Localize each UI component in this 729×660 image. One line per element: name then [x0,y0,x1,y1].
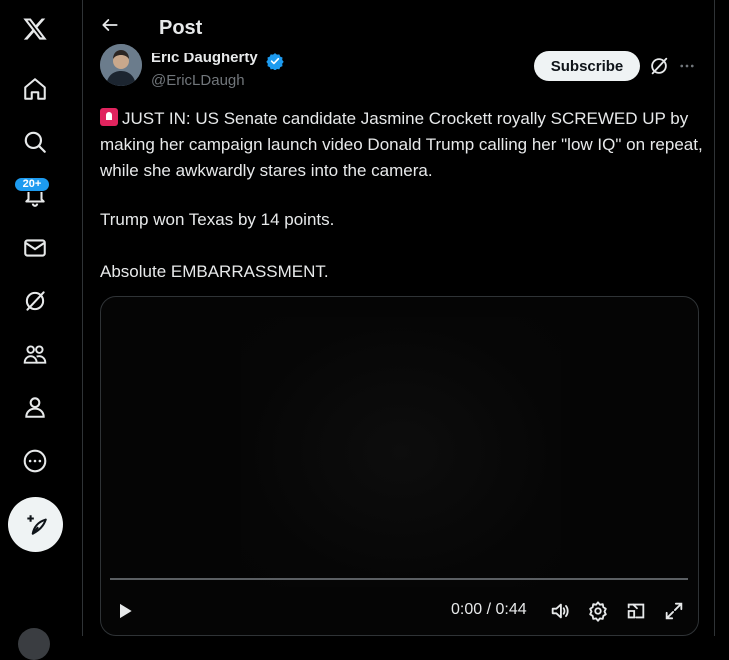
back-arrow-icon [102,19,118,31]
author-name[interactable]: Eric Daugherty [151,53,258,66]
grok-icon[interactable] [648,55,670,77]
x-logo-icon[interactable] [16,10,54,48]
sidebar: 20+ [0,0,72,660]
search-icon[interactable] [16,123,54,161]
subscribe-button[interactable]: Subscribe [534,51,640,81]
play-icon[interactable] [115,601,135,621]
compose-post-button[interactable] [8,497,63,552]
author-handle[interactable]: @EricLDaugh [151,72,245,89]
post-text-paragraph: Absolute EMBARRASSMENT. [100,262,329,281]
video-time: 0:00 / 0:44 [451,601,527,618]
feather-plus-icon [26,514,47,535]
post-text: JUST IN: US Senate candidate Jasmine Cro… [100,106,704,281]
grok-icon[interactable] [16,282,54,320]
home-icon[interactable] [16,70,54,108]
profile-icon[interactable] [16,388,54,426]
more-circle-icon[interactable] [16,442,54,480]
post-text-paragraph: JUST IN: US Senate candidate Jasmine Cro… [100,109,703,180]
video-progress-bar[interactable] [110,578,688,580]
account-avatar[interactable] [18,628,50,660]
messages-envelope-icon[interactable] [16,229,54,267]
author-avatar[interactable] [100,44,142,86]
column-divider [714,0,715,636]
back-button[interactable] [97,12,123,38]
notifications-badge: 20+ [14,177,50,192]
video-frame [241,317,561,587]
fullscreen-icon[interactable] [663,600,685,622]
post-header: Post [83,0,714,50]
communities-icon[interactable] [16,335,54,373]
post-text-paragraph: Trump won Texas by 14 points. [100,210,335,229]
verified-badge-icon [266,52,284,70]
siren-emoji-icon [100,108,118,126]
column-divider [82,0,83,636]
page-title: Post [159,17,203,39]
more-options-icon[interactable] [678,57,696,75]
picture-in-picture-icon[interactable] [625,600,647,622]
video-player[interactable]: 0:00 / 0:44 [100,296,699,636]
volume-icon[interactable] [549,600,571,622]
settings-gear-icon[interactable] [587,600,609,622]
